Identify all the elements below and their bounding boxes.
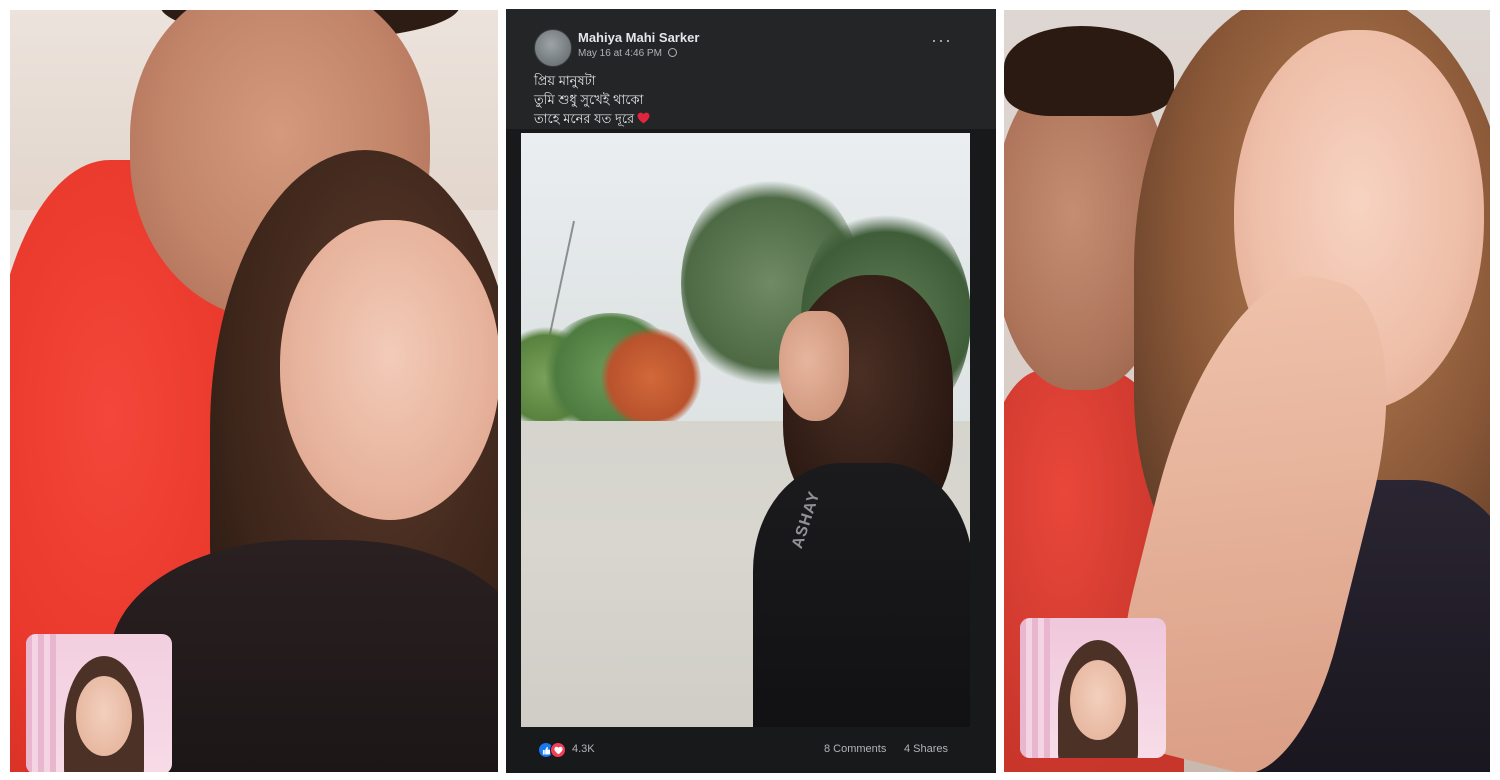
shares-count[interactable]: 4 Shares xyxy=(904,743,948,755)
photo-collage: Mahiya Mahi Sarker May 16 at 4:46 PM ···… xyxy=(0,0,1500,780)
right-man-hair xyxy=(1004,26,1174,116)
post-text-line-3: তাহে মনের যত দূরে xyxy=(534,109,650,128)
reaction-icons[interactable] xyxy=(538,742,568,758)
author-name[interactable]: Mahiya Mahi Sarker xyxy=(578,30,699,45)
post-text: প্রিয় মানুষটা তুমি শুধু সুখেই থাকো তাহে… xyxy=(534,71,650,128)
post-text-line-3-text: তাহে মনের যত দূরে xyxy=(534,111,635,126)
globe-icon xyxy=(667,48,677,57)
post-header: Mahiya Mahi Sarker May 16 at 4:46 PM ···… xyxy=(506,9,996,129)
author-avatar[interactable] xyxy=(534,29,572,67)
right-self-preview-pip[interactable] xyxy=(1020,618,1166,758)
photo-woman-black-tshirt xyxy=(753,463,970,727)
comments-count[interactable]: 8 Comments xyxy=(824,743,886,755)
pip-curtain xyxy=(26,634,56,772)
reaction-count[interactable]: 4.3K xyxy=(572,743,595,755)
love-icon xyxy=(550,742,566,758)
pip-face xyxy=(1070,660,1126,740)
left-woman-face xyxy=(280,220,498,520)
post-photo[interactable]: ASHAY xyxy=(521,133,970,727)
left-self-preview-pip[interactable] xyxy=(26,634,172,772)
photo-flame-tree xyxy=(601,328,701,428)
heart-emoji-icon xyxy=(637,112,650,124)
photo-woman-face xyxy=(779,311,849,421)
facebook-post: Mahiya Mahi Sarker May 16 at 4:46 PM ···… xyxy=(506,9,996,773)
right-video-call-frame xyxy=(1004,10,1490,772)
post-timestamp[interactable]: May 16 at 4:46 PM xyxy=(578,48,662,59)
post-footer: 4.3K 8 Comments 4 Shares xyxy=(506,729,996,773)
post-text-line-2: তুমি শুধু সুখেই থাকো xyxy=(534,92,644,107)
pip-face xyxy=(76,676,132,756)
pip-curtain xyxy=(1020,618,1050,758)
post-text-line-1: প্রিয় মানুষটা xyxy=(534,73,596,88)
left-video-call-frame xyxy=(10,10,498,772)
post-meta: May 16 at 4:46 PM xyxy=(578,48,677,59)
ellipsis-icon[interactable]: ··· xyxy=(931,31,952,49)
